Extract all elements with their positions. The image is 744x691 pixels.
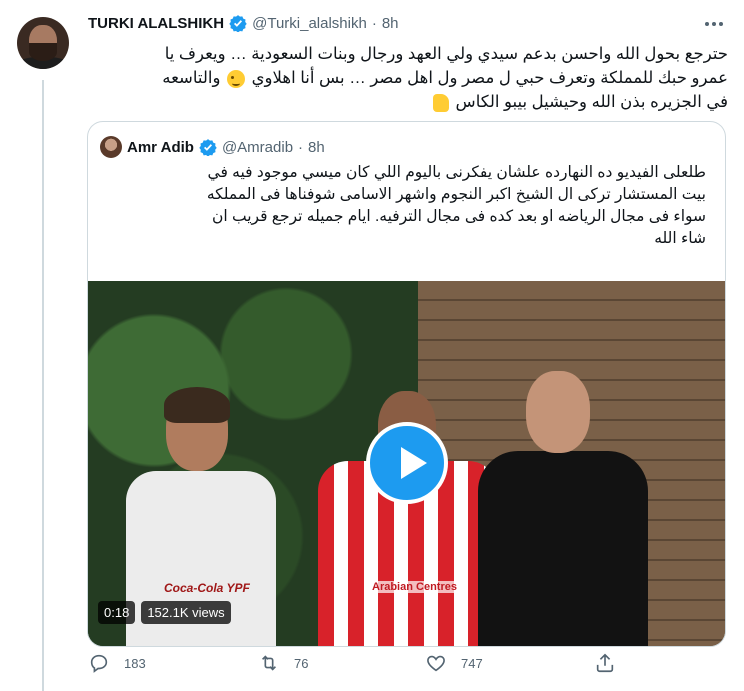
quoted-text-line-3: سواء فى مجال الرياضه او بعد كده فى مجال … [211,208,706,225]
quoted-text-line-4: شاء الله [654,230,706,247]
tweet-text-line-2-a: عمرو حبك للمملكة وتعرف حبي ل مصر ول اهل … [251,69,728,87]
reply-button[interactable]: 183 [88,652,146,674]
author-name[interactable]: TURKI ALALSHIKH [88,15,224,32]
tweet-text-line-2: عمرو حبك للمملكة وتعرف حبي ل مصر ول اهل … [88,66,728,90]
tweet-header: TURKI ALALSHIKH @Turki_alalshikh · 8h [88,12,399,34]
separator-dot: · [371,14,377,32]
shirt-sponsor-text: Arabian Centres [370,581,459,593]
quoted-timestamp: 8h [308,138,325,156]
like-count: 747 [461,655,483,671]
quoted-author-name: Amr Adib [127,138,194,156]
wink-emoji [227,69,246,88]
video-person-right [478,371,648,646]
author-handle[interactable]: @Turki_alalshikh [252,15,367,32]
quoted-tweet-text: طلعلى الفيديو ده النهارده علشان يفكرنى ب… [98,162,706,250]
retweet-icon [261,655,277,671]
thread-line [42,80,44,691]
video-player[interactable]: Coca-Cola YPF Arabian Centres 0:18 152.1… [88,281,725,646]
tweet-text-line-2-b: والتاسعه [162,69,221,87]
share-icon [596,653,614,673]
more-options-icon[interactable] [702,14,726,34]
quoted-tweet-header: Amr Adib @Amradib · 8h [100,136,325,158]
retweet-count: 76 [294,655,309,671]
quoted-author-handle: @Amradib [221,138,294,156]
separator-dot: · [298,138,304,156]
play-icon[interactable] [366,422,448,504]
video-stats: 0:18 152.1K views [98,601,231,624]
tweet-text-line-1: حترجع بحول الله واحسن بدعم سيدي ولي العه… [164,45,728,63]
tweet-text-line-3: في الجزيره بذن الله وحيشيل بيبو الكاس [88,90,728,114]
quoted-text-line-1: طلعلى الفيديو ده النهارده علشان يفكرنى ب… [207,164,706,181]
quoted-text-line-2: بيت المستشار تركى ال الشيخ اكبر النجوم و… [206,186,706,203]
verified-badge-icon [229,15,247,32]
share-button[interactable] [594,652,616,674]
author-avatar[interactable] [17,17,69,69]
quoted-tweet[interactable]: Amr Adib @Amradib · 8h طلعلى الفيديو ده … [87,121,726,647]
reply-icon [90,654,108,673]
like-button[interactable]: 747 [425,652,483,674]
jersey-sponsor-text: Coca-Cola YPF [164,581,250,595]
tweet-timestamp[interactable]: 8h [382,15,399,32]
quoted-author-avatar [100,136,122,158]
thumbs-up-emoji [432,93,449,112]
retweet-button[interactable]: 76 [258,652,308,674]
tweet-actions: 183 76 747 [88,652,728,676]
video-views: 152.1K views [141,601,231,624]
reply-count: 183 [124,655,146,671]
video-duration: 0:18 [98,601,136,624]
tweet-text: حترجع بحول الله واحسن بدعم سيدي ولي العه… [88,42,728,114]
verified-badge-icon [199,139,217,156]
tweet-text-line-3-text: في الجزيره بذن الله وحيشيل بيبو الكاس [455,93,728,111]
like-icon [427,655,445,672]
